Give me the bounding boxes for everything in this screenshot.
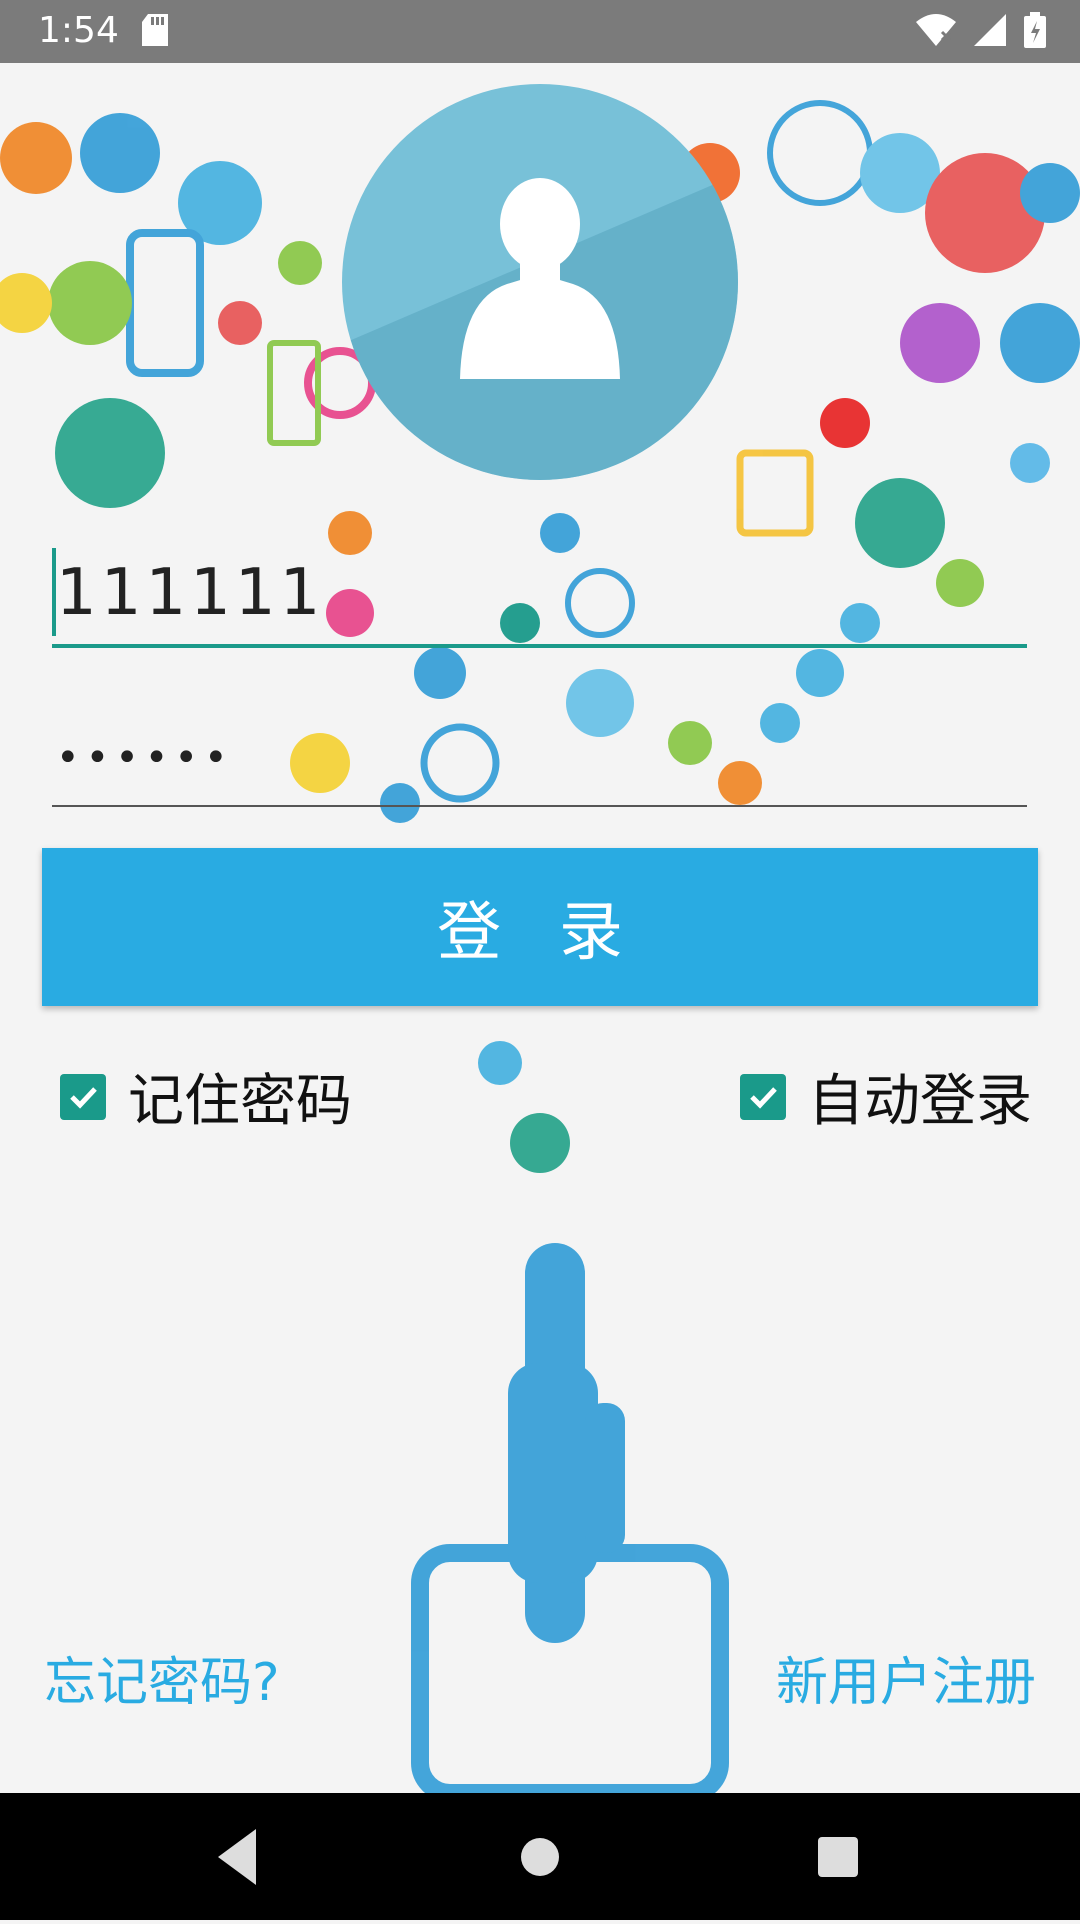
username-field[interactable]: 111111 (52, 548, 1027, 648)
home-icon[interactable] (521, 1838, 559, 1876)
username-value: 111111 (56, 556, 325, 630)
remember-password-checkbox[interactable]: 记住密码 (60, 1056, 352, 1137)
remember-password-label: 记住密码 (128, 1069, 352, 1134)
sd-card-icon (142, 14, 168, 50)
signal-icon (974, 14, 1006, 50)
avatar (342, 84, 738, 480)
navigation-bar (0, 1793, 1080, 1920)
checkbox-checked-icon (740, 1073, 786, 1120)
password-field[interactable]: •••••• (52, 715, 1027, 807)
status-time: 1:54 (38, 10, 119, 51)
register-link[interactable]: 新用户注册 (776, 1640, 1036, 1715)
auto-login-label: 自动登录 (808, 1069, 1032, 1134)
recents-icon[interactable] (818, 1837, 858, 1877)
password-masked-value: •••••• (56, 735, 234, 781)
status-bar: 1:54 (0, 0, 1080, 63)
checkbox-checked-icon (60, 1073, 106, 1120)
auto-login-checkbox[interactable]: 自动登录 (740, 1056, 1032, 1137)
forgot-password-link[interactable]: 忘记密码? (44, 1640, 280, 1715)
status-icons (916, 12, 1046, 52)
battery-icon (1024, 12, 1046, 52)
wifi-icon (916, 14, 956, 50)
login-button[interactable]: 登 录 (42, 848, 1038, 1006)
back-icon[interactable] (218, 1829, 256, 1885)
avatar-icon (342, 174, 738, 480)
